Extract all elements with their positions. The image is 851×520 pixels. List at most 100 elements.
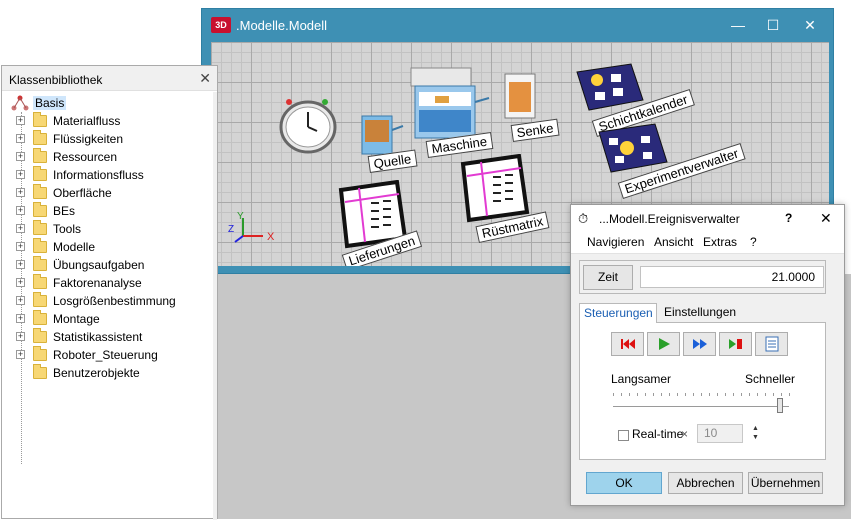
step-button[interactable] bbox=[683, 332, 716, 356]
tree-item-label: Ressourcen bbox=[53, 150, 118, 164]
menu-help[interactable]: ? bbox=[750, 235, 757, 249]
folder-icon bbox=[33, 310, 47, 325]
tree-item-label: Modelle bbox=[53, 240, 96, 254]
menu-ansicht[interactable]: Ansicht bbox=[654, 235, 693, 249]
speed-slider-track[interactable] bbox=[613, 406, 789, 407]
tree-item-label: Materialfluss bbox=[53, 114, 121, 128]
tab-steuerungen[interactable]: Steuerungen bbox=[579, 303, 657, 323]
tree-item[interactable]: + Flüssigkeiten bbox=[2, 130, 214, 148]
expand-icon[interactable]: + bbox=[16, 224, 25, 233]
menu-extras[interactable]: Extras bbox=[703, 235, 737, 249]
play-icon bbox=[659, 338, 670, 350]
close-button[interactable]: ✕ bbox=[795, 13, 825, 37]
dialog-menubar: Navigieren Ansicht Extras ? bbox=[571, 232, 844, 254]
expand-icon[interactable]: + bbox=[16, 278, 25, 287]
slider-tick bbox=[661, 393, 662, 396]
dialog-titlebar[interactable]: ⏱ ...Modell.Ereignisverwalter ? ✕ bbox=[571, 205, 844, 232]
expand-icon[interactable]: + bbox=[16, 332, 25, 341]
folder-icon bbox=[33, 364, 47, 379]
ok-button[interactable]: OK bbox=[586, 472, 662, 494]
folder-icon bbox=[33, 148, 47, 163]
steuerungen-panel: Langsamer Schneller Real-time × 10 ▲ ▼ bbox=[579, 322, 826, 460]
tree-item[interactable]: + Statistikassistent bbox=[2, 328, 214, 346]
folder-icon bbox=[33, 238, 47, 253]
tree-item[interactable]: + Roboter_Steuerung bbox=[2, 346, 214, 364]
tab-einstellungen[interactable]: Einstellungen bbox=[660, 303, 740, 323]
folder-icon bbox=[33, 202, 47, 217]
tree-root-label: Basis bbox=[33, 96, 67, 110]
event-controller-clock-icon[interactable] bbox=[277, 94, 339, 156]
slider-tick bbox=[757, 393, 758, 396]
folder-icon bbox=[33, 112, 47, 127]
expand-icon[interactable]: + bbox=[16, 134, 25, 143]
zeit-button[interactable]: Zeit bbox=[583, 265, 633, 290]
close-icon[interactable]: ✕ bbox=[199, 70, 211, 87]
tree-scrollbar[interactable] bbox=[213, 92, 217, 520]
stop-step-button[interactable] bbox=[719, 332, 752, 356]
cancel-button[interactable]: Abbrechen bbox=[668, 472, 743, 494]
tree-item[interactable]: + Modelle bbox=[2, 238, 214, 256]
start-button[interactable] bbox=[647, 332, 680, 356]
slider-tick bbox=[613, 393, 614, 396]
speed-slider-thumb[interactable] bbox=[777, 398, 783, 413]
expand-icon[interactable]: + bbox=[16, 296, 25, 305]
slider-tick bbox=[621, 393, 622, 396]
close-icon[interactable]: ✕ bbox=[820, 210, 832, 227]
expand-icon[interactable]: + bbox=[16, 206, 25, 215]
expand-icon[interactable]: + bbox=[16, 260, 25, 269]
folder-icon bbox=[33, 220, 47, 235]
time-field[interactable]: 21.0000 bbox=[640, 266, 824, 288]
class-library-titlebar: Klassenbibliothek ✕ bbox=[2, 66, 217, 91]
slider-tick bbox=[741, 393, 742, 396]
tree-item[interactable]: + BEs bbox=[2, 202, 214, 220]
expand-icon[interactable]: + bbox=[16, 188, 25, 197]
tree-item[interactable]: + Ressourcen bbox=[2, 148, 214, 166]
apply-button[interactable]: Übernehmen bbox=[748, 472, 823, 494]
tree-item[interactable]: + Informationsfluss bbox=[2, 166, 214, 184]
slider-tick bbox=[629, 393, 630, 396]
slider-tick bbox=[725, 393, 726, 396]
tree-item[interactable]: + Oberfläche bbox=[2, 184, 214, 202]
tree-item[interactable]: + Montage bbox=[2, 310, 214, 328]
senke-object-icon[interactable] bbox=[499, 64, 547, 124]
slider-tick bbox=[789, 393, 790, 396]
tree-item[interactable]: Benutzerobjekte bbox=[2, 364, 214, 382]
tree-item[interactable]: + Materialfluss bbox=[2, 112, 214, 130]
maximize-button[interactable]: ☐ bbox=[758, 13, 788, 37]
axis-y-label: Y bbox=[237, 211, 244, 222]
tree-item[interactable]: + Faktorenanalyse bbox=[2, 274, 214, 292]
menu-navigieren[interactable]: Navigieren bbox=[587, 235, 644, 249]
tree-item-label: Flüssigkeiten bbox=[53, 132, 124, 146]
tree-item-label: Tools bbox=[53, 222, 82, 236]
window-titlebar[interactable]: 3D .Modelle.Modell — ☐ ✕ bbox=[202, 9, 833, 42]
ruestmatrix-table-icon[interactable] bbox=[459, 154, 531, 226]
slider-tick bbox=[701, 393, 702, 396]
event-controller-dialog[interactable]: ⏱ ...Modell.Ereignisverwalter ? ✕ Navigi… bbox=[570, 204, 845, 506]
tree-item[interactable]: + Tools bbox=[2, 220, 214, 238]
expand-icon[interactable]: + bbox=[16, 314, 25, 323]
spin-up-icon[interactable]: ▲ bbox=[752, 425, 759, 432]
expand-icon[interactable]: + bbox=[16, 350, 25, 359]
help-button[interactable]: ? bbox=[785, 211, 792, 225]
tree-item[interactable]: + Übungsaufgaben bbox=[2, 256, 214, 274]
minimize-button[interactable]: — bbox=[723, 13, 753, 37]
realtime-factor-input[interactable]: 10 bbox=[697, 424, 743, 443]
slider-tick bbox=[773, 393, 774, 396]
3d-app-icon: 3D bbox=[211, 17, 231, 33]
folder-icon bbox=[33, 184, 47, 199]
library-tree[interactable]: Basis + Materialfluss + Flüssigkeiten + Resso… bbox=[2, 92, 214, 520]
expand-icon[interactable]: + bbox=[16, 116, 25, 125]
expand-icon[interactable]: + bbox=[16, 152, 25, 161]
expand-icon[interactable]: + bbox=[16, 242, 25, 251]
slider-tick bbox=[749, 393, 750, 396]
slower-label: Langsamer bbox=[611, 372, 672, 386]
tree-item-label: Übungsaufgaben bbox=[53, 258, 145, 272]
experimentverwalter-icon[interactable] bbox=[595, 120, 671, 176]
event-list-button[interactable] bbox=[755, 332, 788, 356]
expand-icon[interactable]: + bbox=[16, 170, 25, 179]
reset-button[interactable] bbox=[611, 332, 644, 356]
folder-icon bbox=[33, 292, 47, 307]
spin-down-icon[interactable]: ▼ bbox=[752, 434, 759, 441]
realtime-checkbox[interactable] bbox=[618, 430, 629, 441]
tree-item[interactable]: + Losgrößenbestimmung bbox=[2, 292, 214, 310]
